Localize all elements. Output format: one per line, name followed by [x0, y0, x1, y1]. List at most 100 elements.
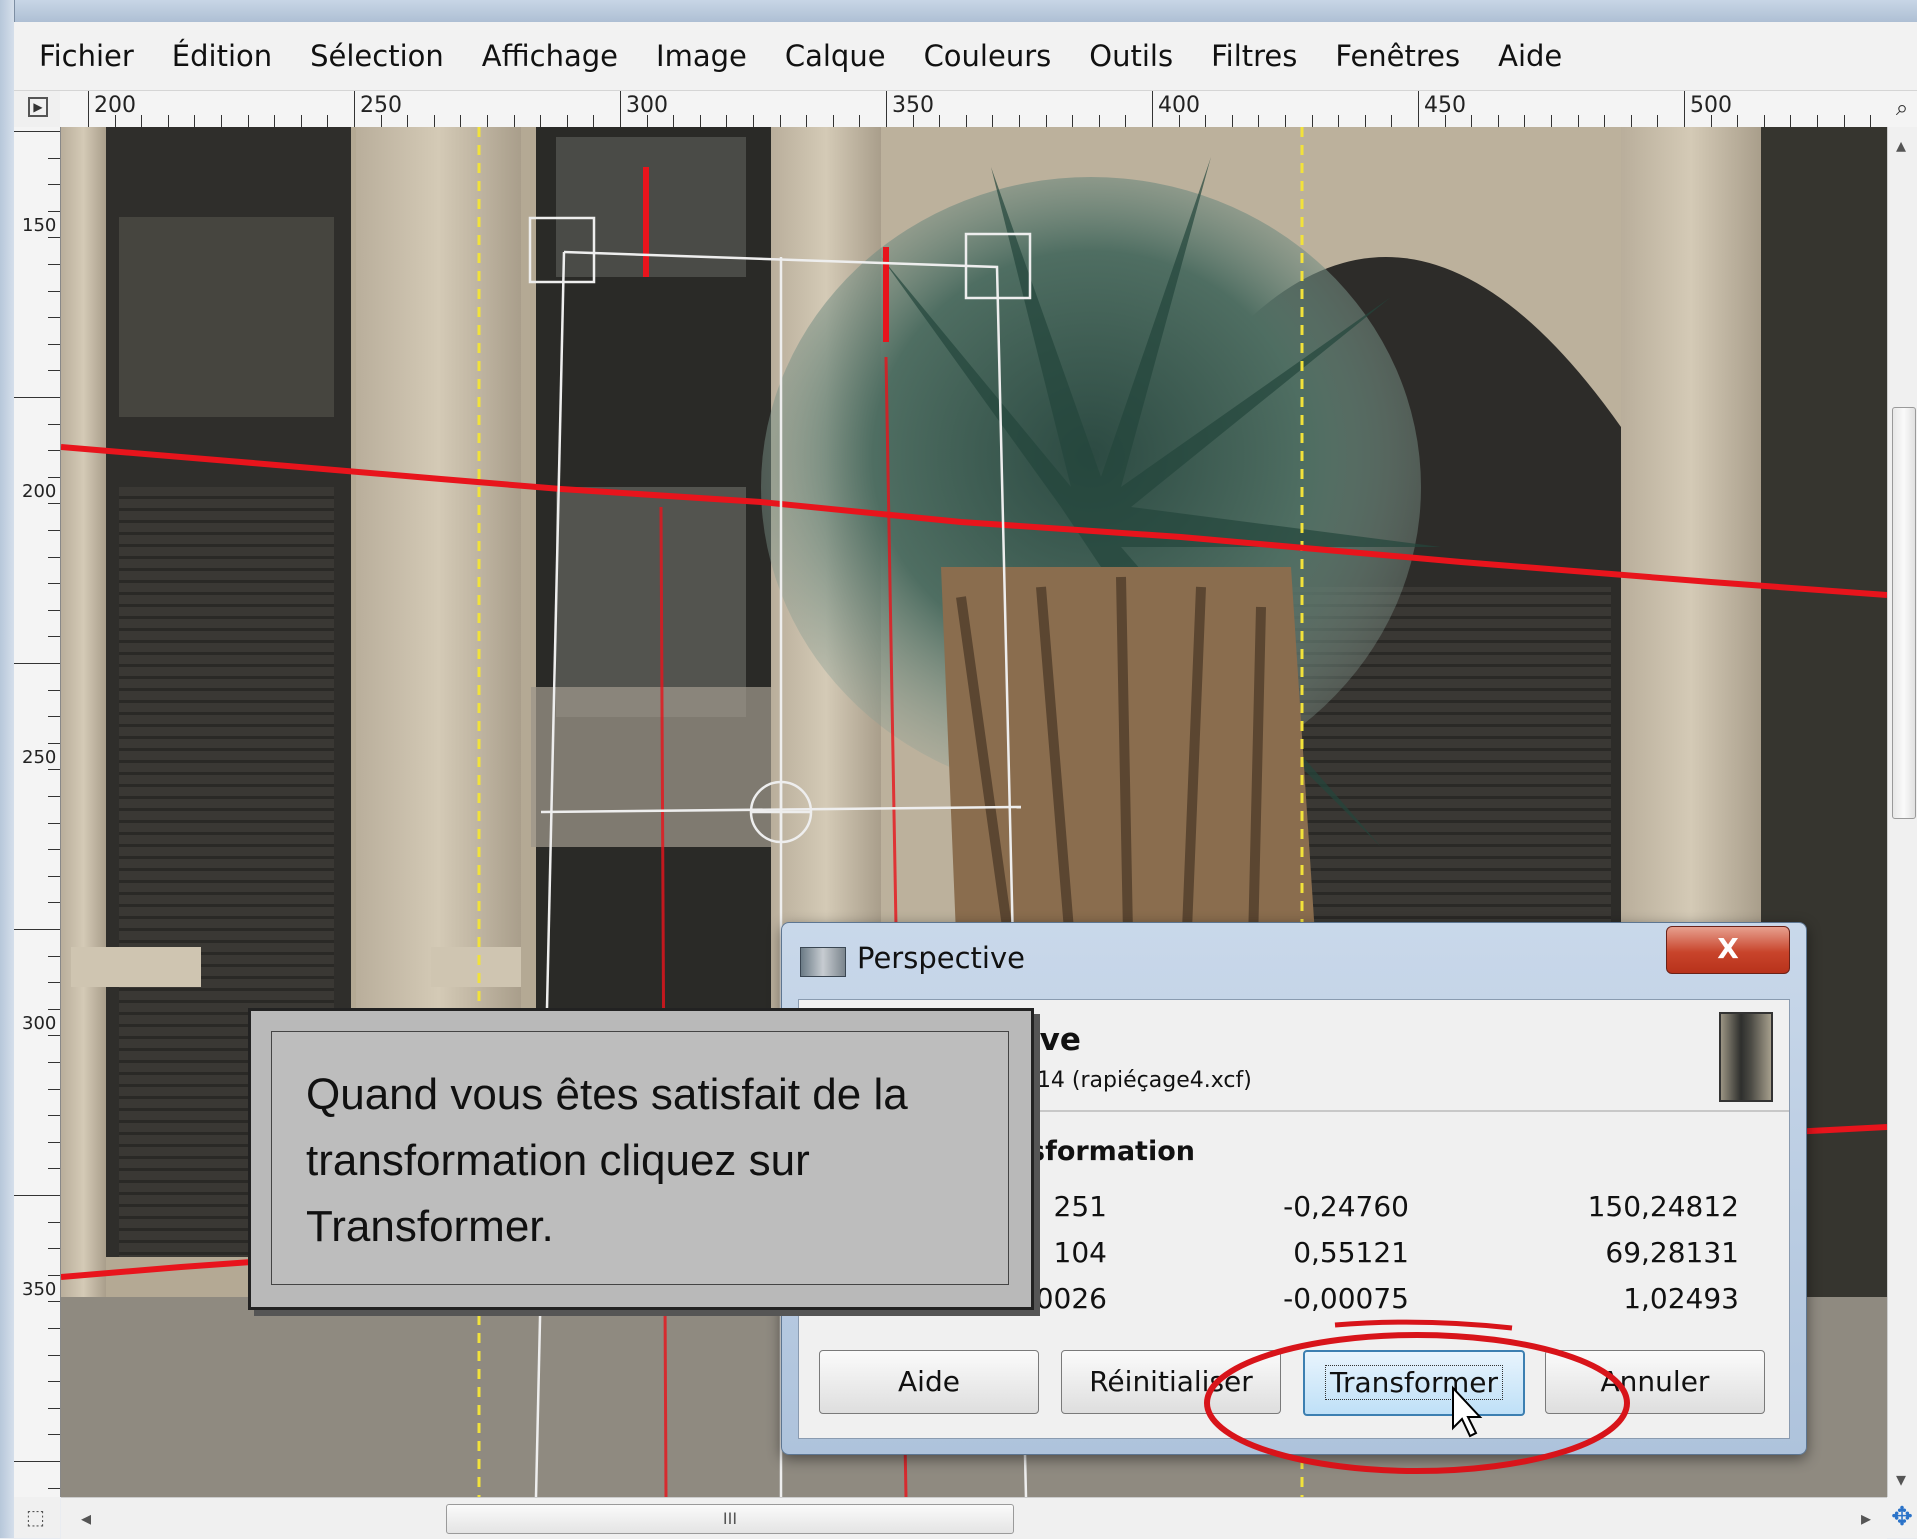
cancel-button[interactable]: Annuler: [1545, 1350, 1765, 1414]
ruler-tick: [48, 1274, 60, 1276]
horizontal-scroll-thumb[interactable]: III: [446, 1504, 1014, 1534]
ruler-tick: [48, 1008, 60, 1010]
ruler-tick: [221, 115, 222, 127]
ruler-tick: [48, 210, 60, 212]
ruler-tick: [1258, 115, 1260, 127]
menu-image[interactable]: Image: [637, 22, 766, 90]
ruler-tick: [48, 742, 60, 744]
scroll-up-icon[interactable]: ▴: [1896, 133, 1906, 157]
ruler-tick: [380, 115, 382, 127]
ruler-tick: [965, 115, 967, 127]
menu-aide[interactable]: Aide: [1479, 22, 1581, 90]
menu-fichier[interactable]: Fichier: [14, 22, 153, 90]
ruler-tick: [1577, 115, 1579, 127]
vertical-scroll-thumb[interactable]: [1892, 407, 1916, 819]
menu-outils[interactable]: Outils: [1070, 22, 1192, 90]
matrix-section-title: sformation: [1029, 1136, 1195, 1167]
ruler-tick: [912, 115, 914, 127]
ruler-tick: [88, 91, 89, 127]
menu-calque[interactable]: Calque: [766, 22, 905, 90]
menu-edition[interactable]: Édition: [153, 22, 291, 90]
ruler-tick: [513, 115, 515, 127]
menubar: Fichier Édition Sélection Affichage Imag…: [14, 22, 1917, 91]
ruler-tick: [1231, 115, 1233, 127]
ruler-tick: [1311, 115, 1313, 127]
ruler-tick: [48, 556, 60, 558]
ruler-tick: [300, 115, 302, 127]
ruler-tick: [141, 115, 143, 127]
ruler-tick: [48, 1301, 60, 1303]
ruler-tick: [48, 982, 60, 984]
ruler-tick: [1098, 115, 1100, 127]
ruler-tick: [327, 115, 329, 127]
ruler-tick: [48, 1487, 60, 1489]
ruler-tick: [48, 609, 60, 611]
ruler-tick: [48, 264, 60, 265]
callout-text: Quand vous êtes satisfait de la transfor…: [306, 1070, 908, 1251]
ruler-tick: [487, 115, 488, 127]
ruler-tick: [1019, 115, 1020, 127]
menu-filtres[interactable]: Filtres: [1192, 22, 1316, 90]
transform-button[interactable]: Transformer: [1303, 1350, 1525, 1416]
ruler-tick: [48, 370, 60, 372]
horizontal-ruler[interactable]: 200 250 300 350 400 450 500: [60, 91, 1887, 128]
menu-affichage[interactable]: Affichage: [463, 22, 637, 90]
ruler-tick: [699, 115, 701, 127]
ruler-tick: [48, 184, 60, 186]
ruler-tick: [48, 1407, 60, 1409]
vertical-scrollbar[interactable]: ▴ ▾: [1887, 127, 1917, 1497]
ruler-tick: [48, 1141, 60, 1143]
ruler-tick: [620, 91, 621, 127]
ruler-label: 150: [22, 215, 57, 236]
ruler-tick: [48, 769, 60, 771]
close-button[interactable]: X: [1666, 926, 1790, 974]
menu-selection[interactable]: Sélection: [291, 22, 463, 90]
selection-icon[interactable]: ⬚: [14, 1497, 60, 1538]
ruler-tick: [673, 115, 675, 127]
ruler-tick: [194, 115, 196, 127]
ruler-tick: [1178, 115, 1180, 127]
scroll-right-icon[interactable]: ▸: [1861, 1506, 1871, 1530]
scroll-left-icon[interactable]: ◂: [81, 1506, 91, 1530]
vertical-ruler[interactable]: 150 200 250 300 350: [14, 127, 61, 1497]
matrix-cell: 104: [1053, 1236, 1107, 1269]
ruler-tick: [14, 1461, 60, 1462]
ruler-tick: [14, 1195, 60, 1196]
zoom-icon[interactable]: ⌕: [1887, 91, 1917, 127]
ruler-tick: [48, 875, 60, 877]
ruler-tick: [433, 115, 435, 127]
help-button[interactable]: Aide: [819, 1350, 1039, 1414]
ruler-tick: [48, 1088, 60, 1090]
menu-fenetres[interactable]: Fenêtres: [1316, 22, 1479, 90]
ruler-label: 250: [22, 747, 57, 768]
ruler-tick: [1817, 115, 1818, 127]
ruler-tick: [48, 1035, 60, 1037]
callout-panel: Quand vous êtes satisfait de la transfor…: [271, 1031, 1009, 1285]
menu-couleurs[interactable]: Couleurs: [905, 22, 1071, 90]
dialog-title: Perspective: [857, 941, 1025, 975]
horizontal-scrollbar[interactable]: ◂ III ▸: [61, 1497, 1887, 1539]
ruler-tick: [48, 157, 60, 159]
ruler-tick: [1763, 115, 1765, 127]
ruler-tick: [886, 91, 887, 127]
ruler-tick: [48, 583, 60, 585]
ruler-tick: [48, 503, 60, 505]
reset-button[interactable]: Réinitialiser: [1061, 1350, 1281, 1414]
ruler-tick: [48, 317, 60, 319]
ruler-tick: [1205, 115, 1207, 127]
layer-thumbnail: [1719, 1012, 1773, 1102]
quick-mask-toggle[interactable]: ▶: [14, 91, 61, 128]
matrix-cell: 251: [1053, 1190, 1107, 1223]
ruler-tick: [779, 115, 781, 127]
navigate-icon[interactable]: ✥: [1887, 1497, 1917, 1538]
ruler-tick: [48, 290, 60, 292]
ruler-tick: [1604, 115, 1606, 127]
ruler-tick: [48, 1354, 60, 1356]
ruler-tick: [1737, 115, 1739, 127]
ruler-tick: [48, 849, 60, 851]
ruler-tick: [1072, 115, 1074, 127]
ruler-tick: [806, 115, 808, 127]
scroll-down-icon[interactable]: ▾: [1896, 1467, 1906, 1491]
ruler-tick: [646, 115, 648, 127]
ruler-tick: [1045, 115, 1047, 127]
